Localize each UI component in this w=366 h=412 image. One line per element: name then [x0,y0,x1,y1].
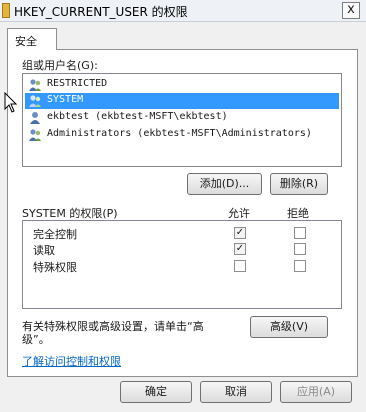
advanced-text-line2: 级”。 [22,333,50,346]
user-group-icon [29,79,41,91]
close-button[interactable]: x [342,2,360,19]
users-label: 组或用户名(G): [22,59,98,72]
allow-checkbox[interactable]: ✓ [234,227,246,239]
advanced-button[interactable]: 高级(V) [250,316,328,338]
deny-checkbox[interactable] [294,260,306,272]
table-row: 特殊权限 [23,258,341,274]
window-title: HKEY_CURRENT_USER 的权限 [14,5,188,19]
title-bar: HKEY_CURRENT_USER 的权限 x [0,0,366,22]
table-row: 读取 ✓ [23,241,341,257]
list-item[interactable]: SYSTEM [25,93,339,109]
user-group-icon [29,129,41,141]
deny-checkbox[interactable] [294,243,306,255]
deny-checkbox[interactable] [294,227,306,239]
remove-button[interactable]: 删除(R) [270,173,328,195]
user-group-icon [29,95,41,107]
deny-header: 拒绝 [287,207,309,220]
list-item[interactable]: Administrators (ekbtest-MSFT\Administrat… [25,127,339,143]
help-link[interactable]: 了解访问控制和权限 [22,353,121,369]
user-name: ekbtest (ekbtest-MSFT\ekbtest) [47,111,228,122]
allow-checkbox[interactable]: ✓ [234,243,246,255]
tab-security[interactable]: 安全 [7,28,57,50]
cancel-button[interactable]: 取消 [200,381,272,403]
user-name: SYSTEM [47,94,84,105]
user-icon [30,112,40,124]
apply-button[interactable]: 应用(A) [280,381,352,403]
permission-name: 完全控制 [33,228,77,241]
users-list[interactable]: RESTRICTED SYSTEM ekbtest (ekbtest-MSFT\… [22,73,342,167]
list-item[interactable]: ekbtest (ekbtest-MSFT\ekbtest) [25,110,339,126]
user-name: RESTRICTED [47,78,108,89]
permissions-table: 完全控制 ✓ 读取 ✓ 特殊权限 [22,220,342,309]
permission-name: 特殊权限 [33,261,77,274]
permission-name: 读取 [33,244,55,257]
list-item[interactable]: RESTRICTED [25,77,339,93]
mouse-cursor-icon [4,92,18,113]
allow-checkbox[interactable] [234,260,246,272]
folder-icon [2,3,10,18]
permissions-label: SYSTEM 的权限(P) [22,207,118,220]
user-name: Administrators (ekbtest-MSFT\Administrat… [47,128,312,139]
table-row: 完全控制 ✓ [23,225,341,241]
add-button[interactable]: 添加(D)... [187,173,262,195]
ok-button[interactable]: 确定 [120,381,192,403]
allow-header: 允许 [228,207,250,220]
